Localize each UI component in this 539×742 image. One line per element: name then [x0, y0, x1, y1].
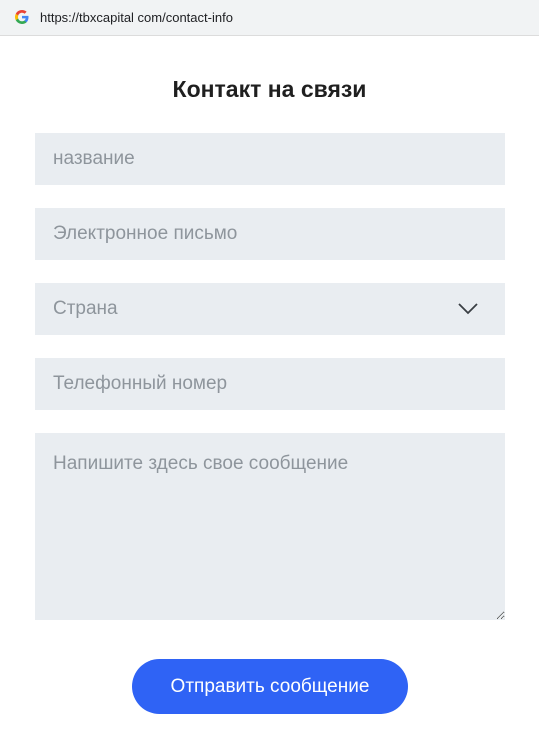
google-g-icon	[15, 10, 29, 24]
url-text[interactable]: https://tbxcapital com/contact-info	[40, 10, 233, 26]
chevron-down-icon	[458, 303, 478, 315]
country-select[interactable]: Страна	[35, 283, 505, 335]
country-select-value: Страна	[53, 298, 118, 319]
email-field[interactable]	[35, 208, 505, 260]
phone-field[interactable]	[35, 358, 505, 410]
submit-button[interactable]: Отправить сообщение	[132, 659, 408, 714]
page-title: Контакт на связи	[172, 76, 367, 102]
browser-address-bar[interactable]: https://tbxcapital com/contact-info	[0, 0, 539, 36]
message-field[interactable]	[35, 433, 505, 620]
name-field[interactable]	[35, 133, 505, 185]
